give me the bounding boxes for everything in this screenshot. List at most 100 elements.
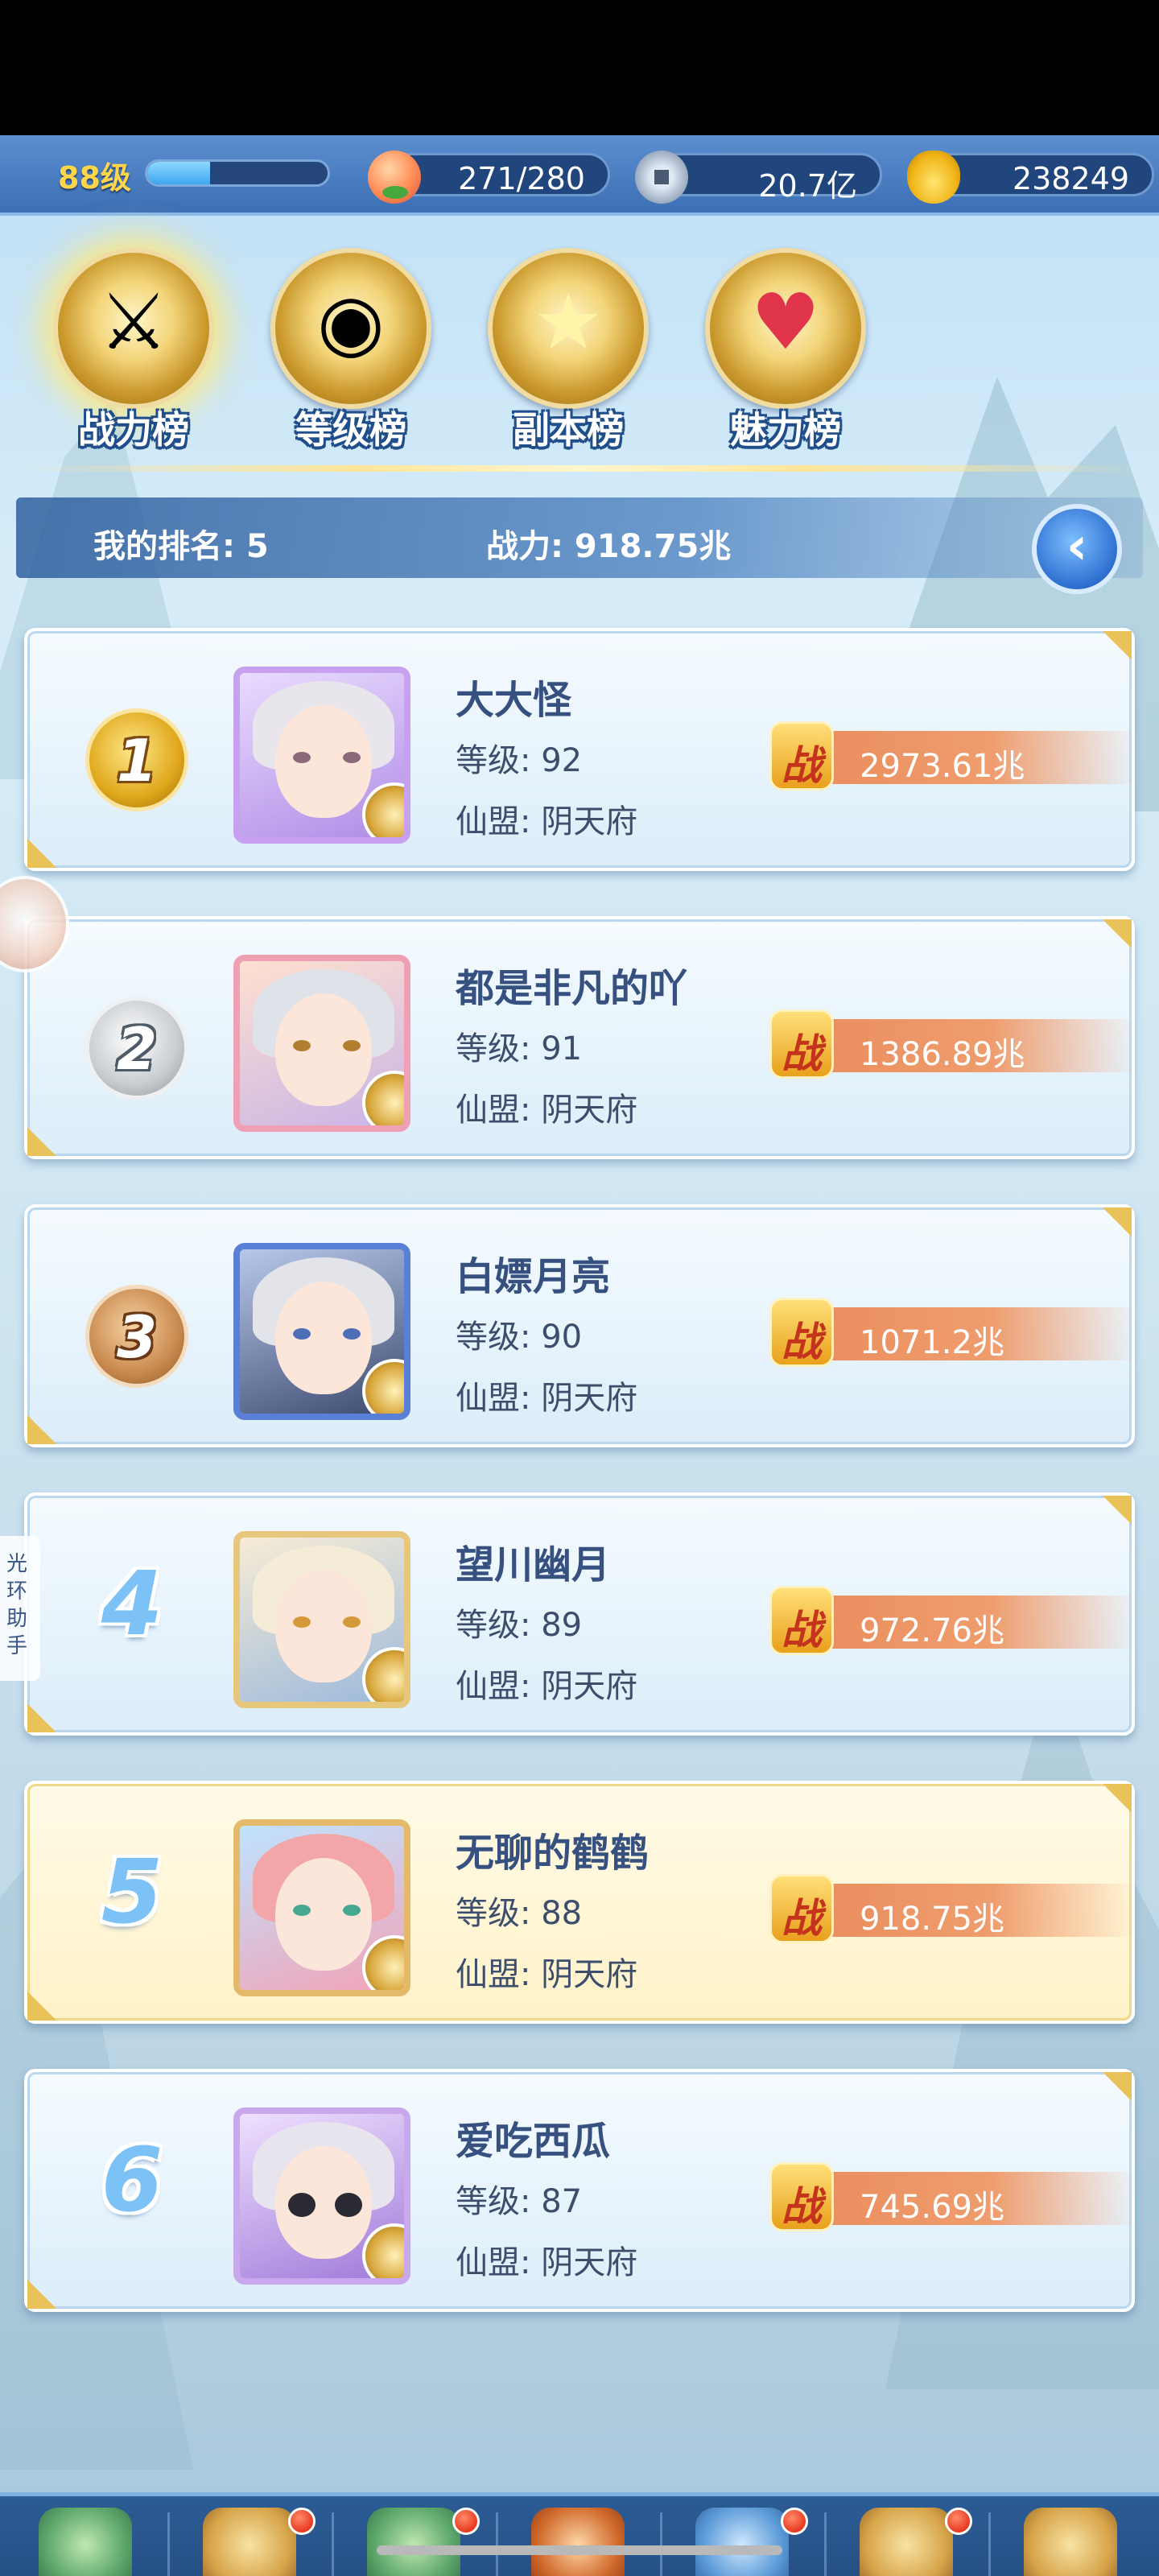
rank-row-self[interactable]: 5 无聊的鹤鹤 等级: 88 仙盟: 阴天府 战 918.75兆 xyxy=(24,1781,1136,2024)
gold-medal-icon: 1 xyxy=(85,708,188,811)
back-button[interactable]: ‹ xyxy=(1032,504,1122,594)
ingot-value: 238249 xyxy=(1012,161,1129,196)
copper-value: 20.7亿 xyxy=(758,168,857,204)
notification-dot xyxy=(781,2508,808,2535)
player-name: 无聊的鹤鹤 xyxy=(456,1831,650,1876)
crossed-swords-icon xyxy=(695,2508,789,2576)
power-bar: 战 1071.2兆 xyxy=(769,1298,1136,1367)
power-bar: 战 1386.89兆 xyxy=(769,1009,1136,1079)
sword-emblem-icon: ⚔ xyxy=(53,248,214,409)
tab-charm[interactable]: ♥ 魅力榜 xyxy=(689,240,882,452)
gate-icon xyxy=(531,2508,625,2576)
avatar[interactable] xyxy=(233,1531,410,1708)
tab-power[interactable]: ⚔ 战力榜 xyxy=(37,240,230,452)
corner-ornament xyxy=(1083,919,1132,968)
corner-ornament xyxy=(1083,631,1132,679)
nav-seek[interactable]: 寻仙 xyxy=(988,2496,1153,2576)
corner-ornament xyxy=(1083,1496,1132,1544)
ingot-pill[interactable]: 238249 xyxy=(907,151,1154,204)
my-rank-bar: 我的排名: 5 战力: 918.75兆 ‹ xyxy=(16,497,1143,594)
corner-ornament xyxy=(27,819,76,868)
player-name: 爱吃西瓜 xyxy=(456,2119,611,2164)
stamina-pill[interactable]: 271/280 xyxy=(368,151,610,204)
rank-row[interactable]: 4 望川幽月 等级: 89 仙盟: 阴天府 战 972.76兆 xyxy=(24,1492,1136,1736)
assist-tab[interactable]: 光环助手 xyxy=(0,1536,40,1681)
gourd-icon xyxy=(367,2508,460,2576)
leaderboard-view: 88级 271/280 20.7亿 238249 ⚔ 战力榜 ◉ 等级榜 ★ 副… xyxy=(0,135,1159,2576)
power-value: 745.69兆 xyxy=(860,2189,1004,2226)
corner-ornament xyxy=(1083,2072,1132,2120)
notification-dot xyxy=(452,2508,480,2535)
power-bar: 战 972.76兆 xyxy=(769,1586,1136,1655)
xp-bar-fill xyxy=(147,162,211,184)
battle-badge-icon: 战 xyxy=(769,1586,834,1655)
star-emblem-icon: ★ xyxy=(488,248,649,409)
corner-ornament xyxy=(1083,1784,1132,1832)
notification-dot xyxy=(288,2508,316,2535)
player-level: 等级: 92 xyxy=(456,742,583,779)
player-guild: 仙盟: 阴天府 xyxy=(456,2244,638,2281)
peach-icon xyxy=(368,151,421,204)
player-level: 等级: 88 xyxy=(456,1895,583,1932)
player-guild: 仙盟: 阴天府 xyxy=(456,1380,638,1417)
player-name: 大大怪 xyxy=(456,678,572,723)
avatar[interactable] xyxy=(233,1243,410,1420)
stamina-value: 271/280 xyxy=(458,161,585,196)
corner-ornament xyxy=(27,2260,76,2309)
corner-ornament xyxy=(1083,1208,1132,1256)
nav-training[interactable]: 历练 xyxy=(332,2496,496,2576)
player-guild: 仙盟: 阴天府 xyxy=(456,1092,638,1129)
notification-dot xyxy=(945,2508,972,2535)
player-level: 等级: 89 xyxy=(456,1607,583,1644)
corner-ornament xyxy=(27,1972,76,2021)
power-bar: 战 745.69兆 xyxy=(769,2162,1136,2231)
heart-emblem-icon: ♥ xyxy=(705,248,866,409)
drum-emblem-icon: ◉ xyxy=(270,248,431,409)
corner-ornament xyxy=(27,1396,76,1444)
home-indicator[interactable] xyxy=(377,2545,782,2555)
avatar[interactable] xyxy=(233,955,410,1132)
rank-row[interactable]: 6 爱吃西瓜 等级: 87 仙盟: 阴天府 战 745.69兆 xyxy=(24,2069,1136,2312)
tab-dungeon[interactable]: ★ 副本榜 xyxy=(472,240,665,452)
rank-row[interactable]: 2 都是非凡的吖 等级: 91 仙盟: 阴天府 战 1386.89兆 xyxy=(24,916,1136,1159)
battle-badge-icon: 战 xyxy=(769,721,834,791)
home-island-icon xyxy=(39,2508,132,2576)
rank-number: 4 xyxy=(101,1552,163,1655)
avatar[interactable] xyxy=(233,2107,410,2285)
rank-number: 5 xyxy=(101,1840,163,1943)
tab-label: 等级榜 xyxy=(295,408,406,452)
player-guild: 仙盟: 阴天府 xyxy=(456,1956,638,1993)
bottom-nav: 首页 阵容 历练 副本 斗法 xyxy=(0,2492,1159,2576)
player-guild: 仙盟: 阴天府 xyxy=(456,803,638,840)
avatar[interactable] xyxy=(233,1819,410,1996)
power-bar: 战 2973.61兆 xyxy=(769,721,1136,791)
power-value: 1386.89兆 xyxy=(860,1036,1025,1073)
battle-badge-icon: 战 xyxy=(769,1874,834,1943)
battle-badge-icon: 战 xyxy=(769,1009,834,1079)
silver-medal-icon: 2 xyxy=(85,997,188,1100)
rank-row[interactable]: 1 大大怪 等级: 92 仙盟: 阴天府 战 2973.61兆 xyxy=(24,628,1136,871)
avatar[interactable] xyxy=(233,667,410,844)
nav-lineup[interactable]: 阵容 xyxy=(167,2496,332,2576)
battle-badge-icon: 战 xyxy=(769,1298,834,1367)
corner-ornament xyxy=(27,1684,76,1732)
rank-number: 6 xyxy=(101,2128,163,2231)
nav-home[interactable]: 首页 xyxy=(3,2496,167,2576)
back-arrow-icon: ‹ xyxy=(1066,517,1088,576)
tab-level[interactable]: ◉ 等级榜 xyxy=(254,240,448,452)
player-level: 等级: 87 xyxy=(456,2183,583,2220)
nav-bag[interactable]: 背包 xyxy=(824,2496,988,2576)
nav-duel[interactable]: 斗法 xyxy=(660,2496,824,2576)
player-name: 白嫖月亮 xyxy=(456,1254,611,1299)
player-level: 等级: 90 xyxy=(456,1319,583,1356)
rank-row[interactable]: 3 白嫖月亮 等级: 90 仙盟: 阴天府 战 1071.2兆 xyxy=(24,1204,1136,1447)
player-name: 都是非凡的吖 xyxy=(456,966,688,1011)
leaderboard-tabs: ⚔ 战力榜 ◉ 等级榜 ★ 副本榜 ♥ 魅力榜 xyxy=(0,232,1159,473)
my-power-text: 战力: 918.75兆 xyxy=(486,528,732,565)
cards-icon xyxy=(203,2508,296,2576)
power-value: 918.75兆 xyxy=(860,1901,1004,1938)
copper-pill[interactable]: 20.7亿 xyxy=(635,151,882,204)
power-value: 2973.61兆 xyxy=(860,748,1025,785)
scroll-icon xyxy=(1024,2508,1117,2576)
nav-dungeon[interactable]: 副本 xyxy=(496,2496,660,2576)
